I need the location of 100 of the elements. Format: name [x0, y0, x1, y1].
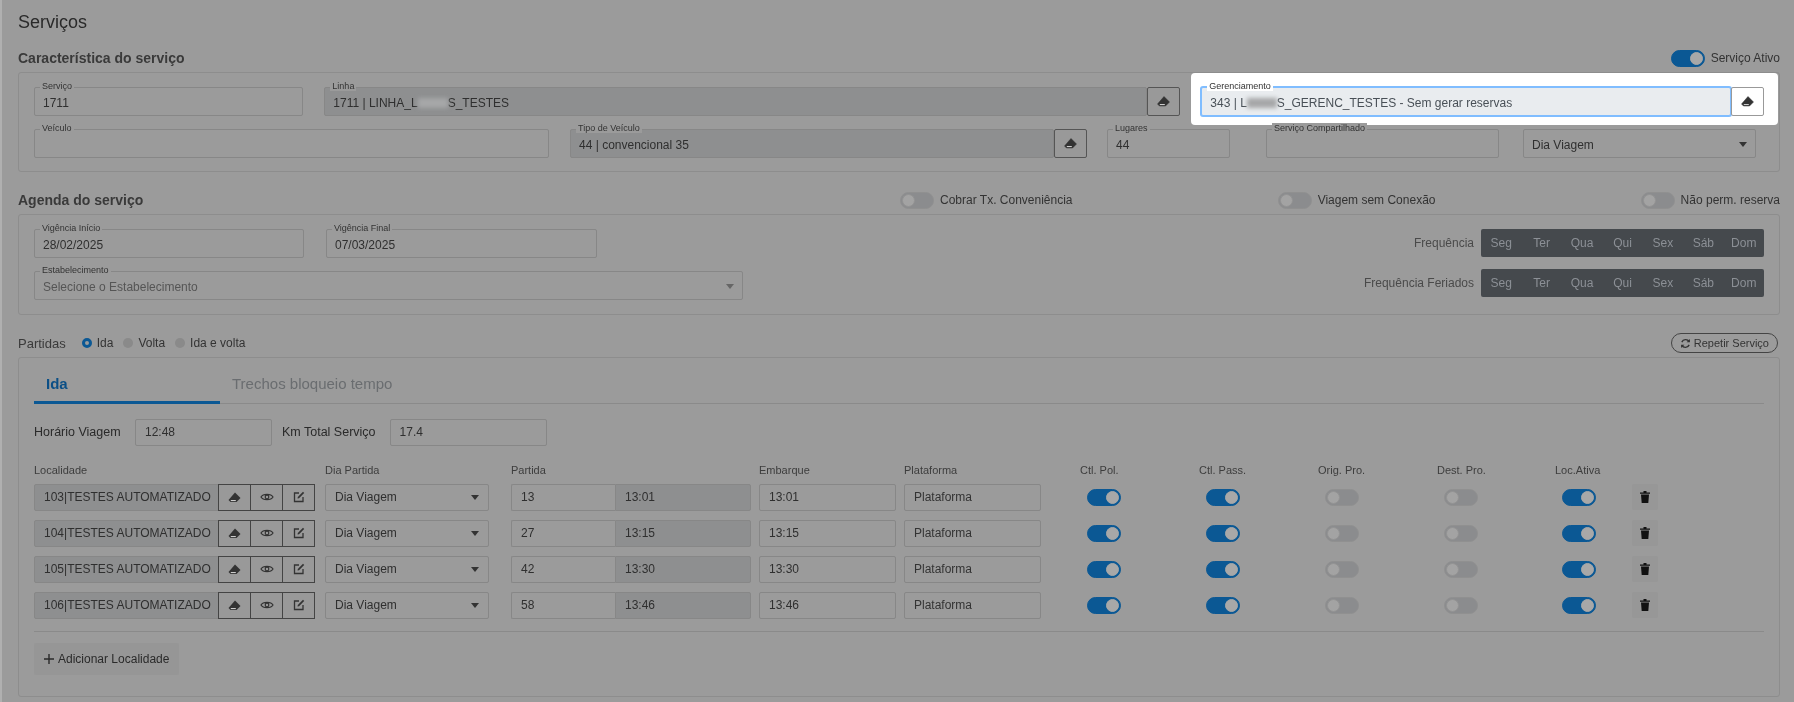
input-field[interactable]: Plataforma [904, 519, 1041, 547]
eye-icon [259, 528, 274, 538]
toggle-switch[interactable] [1325, 560, 1359, 578]
weekday-button[interactable]: Qui [1602, 229, 1643, 257]
weekday-button[interactable]: Seg [1481, 229, 1522, 257]
weekday-button[interactable]: Dom [1723, 269, 1764, 297]
toggle-switch[interactable] [900, 191, 934, 209]
input-field[interactable]: 12:48 [135, 418, 272, 446]
add-locality-button[interactable]: Adicionar Localidade [34, 643, 180, 675]
input-field: 106|TESTES AUTOMATIZADO [34, 591, 219, 619]
toggle-switch[interactable] [1206, 488, 1240, 506]
view-button[interactable] [250, 555, 283, 583]
input-field[interactable]: 58 [511, 591, 615, 619]
eraser-icon [1064, 138, 1077, 149]
toggle-switch[interactable] [1325, 524, 1359, 542]
field-label: Tipo de Veículo [576, 123, 642, 133]
toggle-switch[interactable] [1562, 488, 1596, 506]
weekday-button[interactable]: Qua [1561, 269, 1603, 297]
weekday-button[interactable]: Sex [1642, 269, 1684, 297]
field-label: Veículo [40, 123, 74, 133]
toggle-switch[interactable] [1640, 191, 1675, 209]
delete-button[interactable] [1632, 520, 1658, 546]
select-field[interactable]: Dia Viagem [325, 555, 489, 583]
edit-button[interactable] [282, 555, 315, 583]
input-field: 103|TESTES AUTOMATIZADO [34, 483, 219, 511]
select-field[interactable]: Dia Viagem [325, 591, 489, 619]
toggle-switch[interactable] [1444, 596, 1478, 614]
toggle-switch[interactable] [1277, 191, 1312, 209]
select-field[interactable]: Dia Viagem [325, 519, 489, 547]
radio-label: Ida e volta [190, 336, 246, 350]
toggle-label: Não perm. reserva [1680, 193, 1780, 207]
toggle-switch[interactable] [1444, 560, 1478, 578]
toggle-switch[interactable] [1325, 488, 1359, 506]
weekday-button[interactable]: Seg [1481, 269, 1522, 297]
delete-button[interactable] [1632, 556, 1658, 582]
trash-icon [1640, 527, 1650, 539]
weekday-button[interactable]: Dom [1723, 229, 1764, 257]
toggle-switch[interactable] [1087, 524, 1121, 542]
eraser-icon [228, 527, 241, 539]
caret-icon [471, 566, 479, 572]
field-label: Serviço Compartilhado [1272, 123, 1368, 133]
select-field[interactable]: Dia Viagem [1523, 129, 1756, 158]
input-field: 13:15 [615, 519, 751, 547]
weekday-button[interactable]: Sex [1642, 229, 1684, 257]
select-field[interactable]: Dia Viagem [325, 483, 489, 511]
view-button[interactable] [250, 591, 283, 619]
eraser-icon [228, 563, 241, 575]
input-field[interactable]: 13:30 [759, 555, 896, 583]
view-button[interactable] [250, 483, 283, 511]
toggle-switch[interactable] [1562, 524, 1596, 542]
toggle-label: Serviço Ativo [1710, 51, 1780, 65]
weekday-button[interactable]: Qua [1561, 229, 1603, 257]
input-field[interactable]: Plataforma [904, 591, 1041, 619]
field-label: Horário Viagem [34, 425, 122, 439]
toggle-switch[interactable] [1444, 524, 1478, 542]
view-button[interactable] [250, 519, 283, 547]
toggle-switch[interactable] [1206, 560, 1240, 578]
weekday-button[interactable]: Ter [1521, 229, 1562, 257]
weekday-button[interactable]: Qui [1602, 269, 1643, 297]
edit-button[interactable] [282, 591, 315, 619]
edit-button[interactable] [282, 519, 315, 547]
radio-button[interactable] [81, 338, 92, 348]
plus-icon [44, 654, 54, 664]
input-field[interactable]: 42 [511, 555, 615, 583]
input-field[interactable]: 13:01 [759, 483, 896, 511]
toggle-switch[interactable] [1087, 560, 1121, 578]
edit-button[interactable] [282, 483, 315, 511]
eraser-icon [1741, 96, 1754, 107]
clear-button[interactable] [1731, 87, 1764, 116]
trash-icon [1640, 491, 1650, 503]
caret-icon [1739, 142, 1747, 147]
input-field[interactable]: Plataforma [904, 555, 1041, 583]
toggle-switch[interactable] [1087, 488, 1121, 506]
input-field[interactable]: 13:46 [759, 591, 896, 619]
section-heading: Agenda do serviço [18, 192, 144, 208]
field-label: Estabelecimento [40, 265, 111, 275]
toggle-switch[interactable] [1087, 596, 1121, 614]
input-field[interactable]: 27 [511, 519, 615, 547]
toggle-switch[interactable] [1562, 560, 1596, 578]
field-label: Km Total Serviço [282, 425, 376, 439]
toggle-switch[interactable] [1206, 524, 1240, 542]
input-field[interactable]: 13:15 [759, 519, 896, 547]
frequency-label: Frequência Feriados [1363, 276, 1474, 290]
input-field[interactable]: 13 [511, 483, 615, 511]
input-field[interactable]: 17.4 [389, 418, 547, 446]
toggle-switch[interactable] [1206, 596, 1240, 614]
weekday-button[interactable]: Sáb [1683, 229, 1724, 257]
toggle-label: Cobrar Tx. Conveniência [940, 193, 1073, 207]
toggle-switch[interactable] [1670, 49, 1705, 67]
delete-button[interactable] [1632, 484, 1658, 510]
weekday-button[interactable]: Ter [1521, 269, 1562, 297]
weekday-button[interactable]: Sáb [1683, 269, 1724, 297]
toggle-switch[interactable] [1562, 596, 1596, 614]
toggle-switch[interactable] [1325, 596, 1359, 614]
edit-icon [292, 599, 305, 611]
toggle-switch[interactable] [1444, 488, 1478, 506]
tab[interactable]: Ida [34, 375, 220, 404]
input-field[interactable]: Plataforma [904, 483, 1041, 511]
delete-button[interactable] [1632, 592, 1658, 618]
eraser-icon [228, 491, 241, 503]
